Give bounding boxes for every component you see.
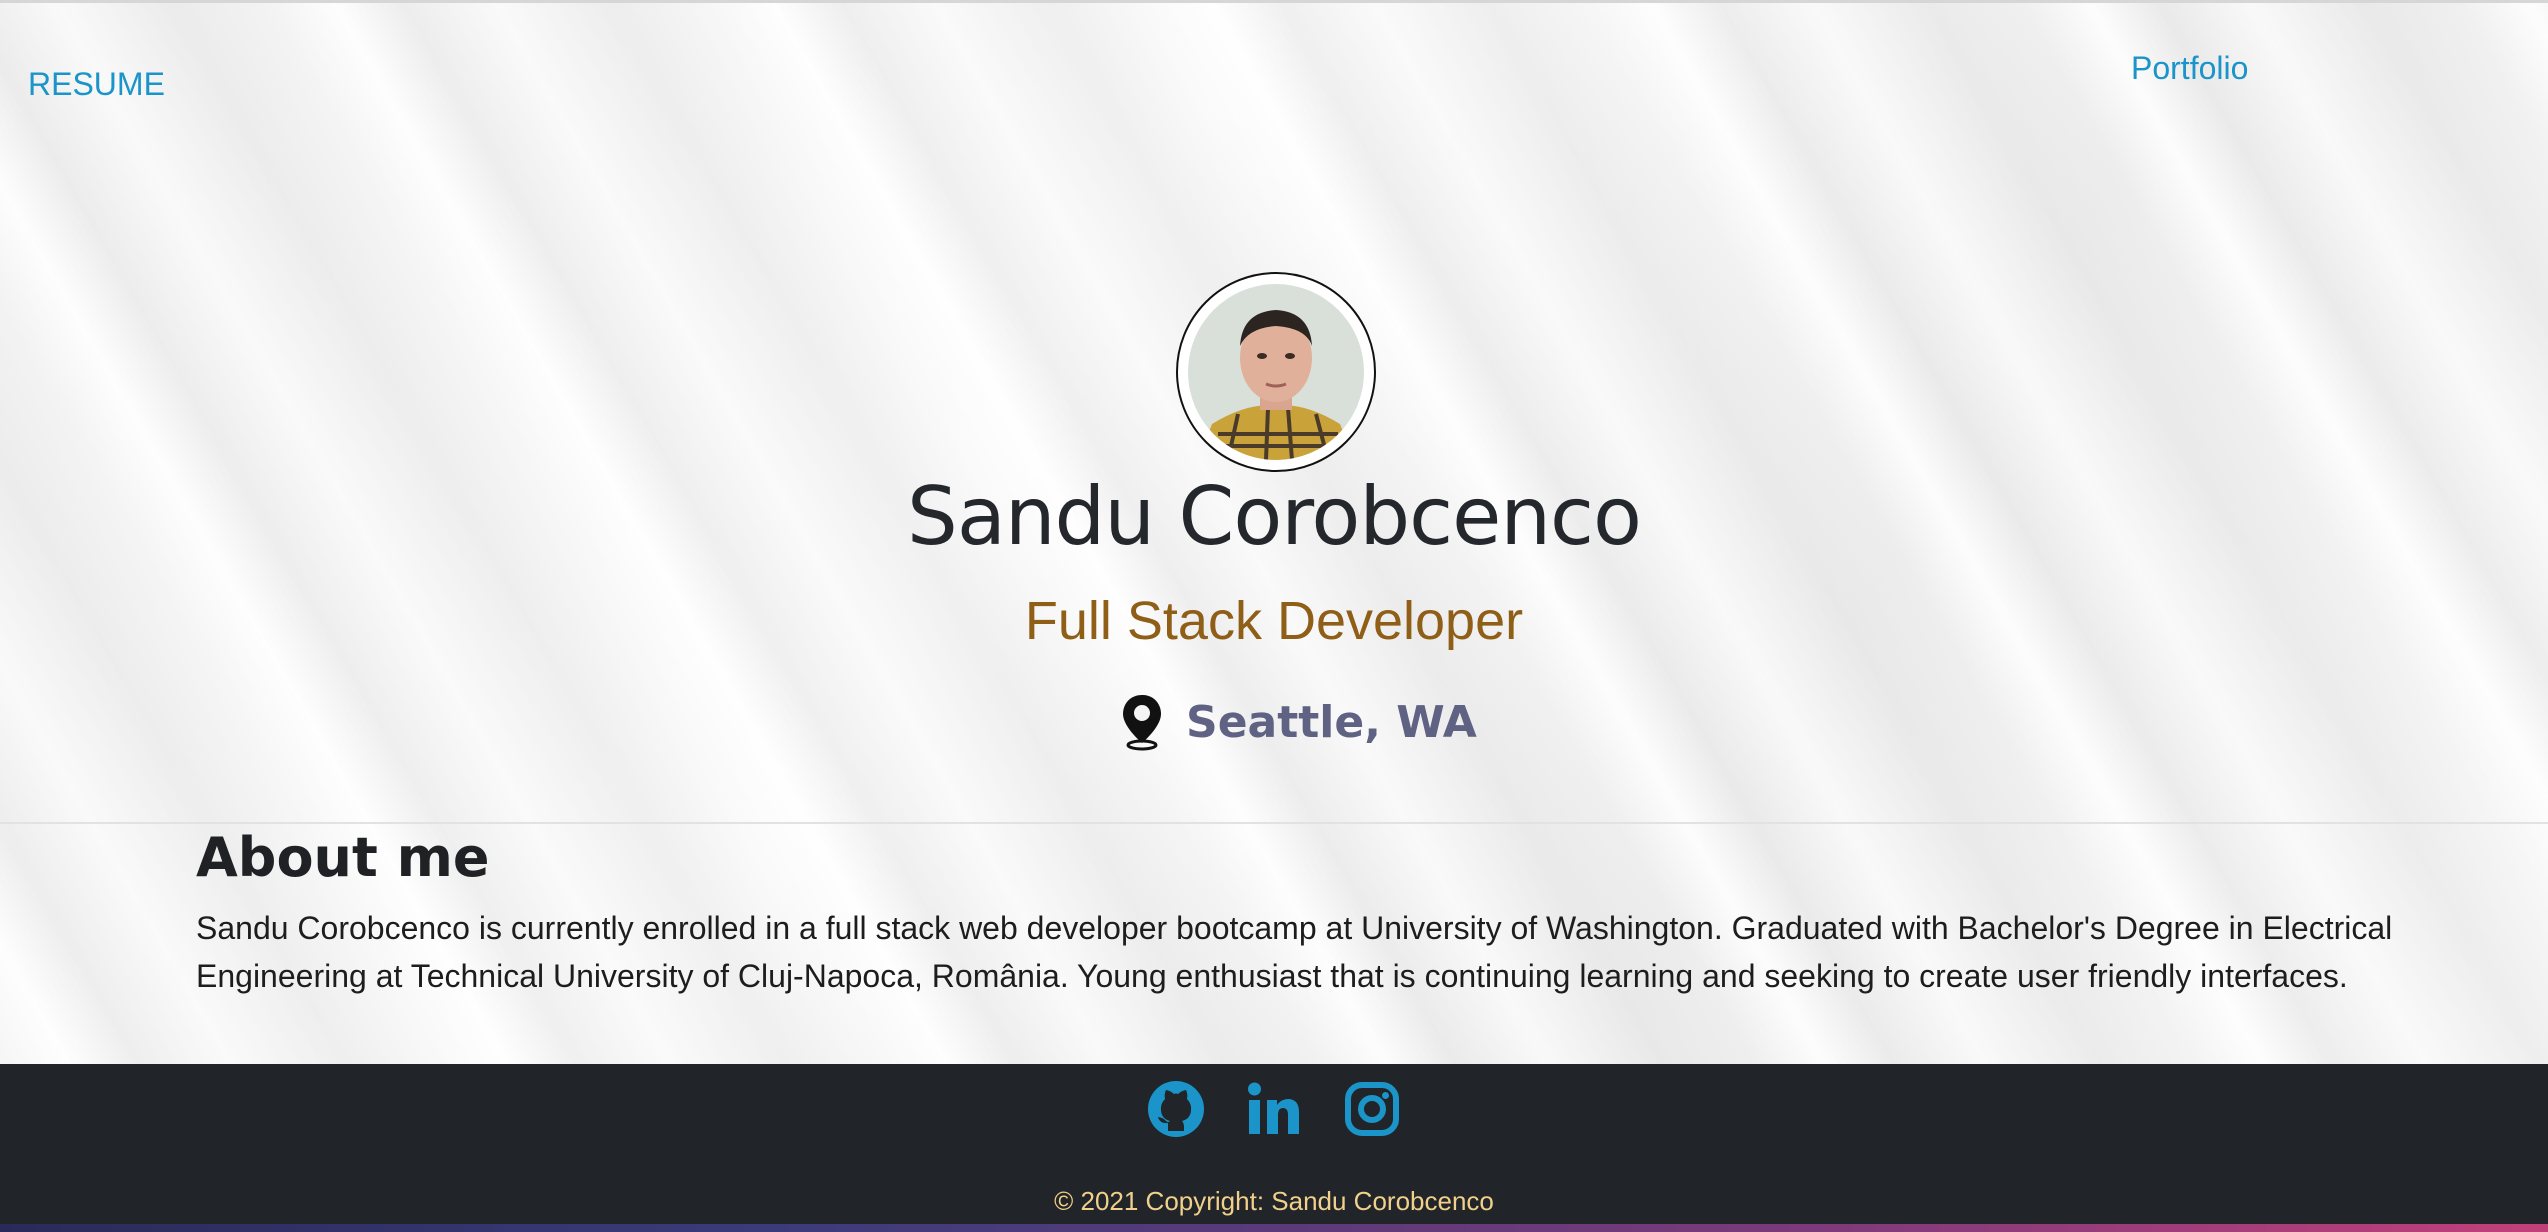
avatar: [1176, 272, 1376, 472]
social-links: [0, 1078, 2548, 1140]
window-edge: [0, 1224, 2548, 1232]
map-pin-icon: [1120, 693, 1164, 751]
github-icon[interactable]: [1145, 1078, 1207, 1140]
job-title: Full Stack Developer: [1024, 591, 1524, 651]
resume-link[interactable]: RESUME: [28, 66, 165, 103]
location: Seattle, WA: [1120, 690, 1477, 754]
about-heading: About me: [196, 826, 490, 889]
copyright-text: © 2021 Copyright: Sandu Corobcenco: [1054, 1186, 1494, 1216]
about-paragraph: Sandu Corobcenco is currently enrolled i…: [196, 910, 2393, 994]
portfolio-link[interactable]: Portfolio: [2131, 50, 2248, 87]
instagram-icon[interactable]: [1341, 1078, 1403, 1140]
profile-photo: [1188, 284, 1364, 460]
section-divider: [0, 822, 2548, 824]
page-title: Sandu Corobcenco: [907, 470, 1642, 563]
linkedin-icon[interactable]: [1243, 1078, 1305, 1140]
location-text: Seattle, WA: [1186, 696, 1477, 748]
